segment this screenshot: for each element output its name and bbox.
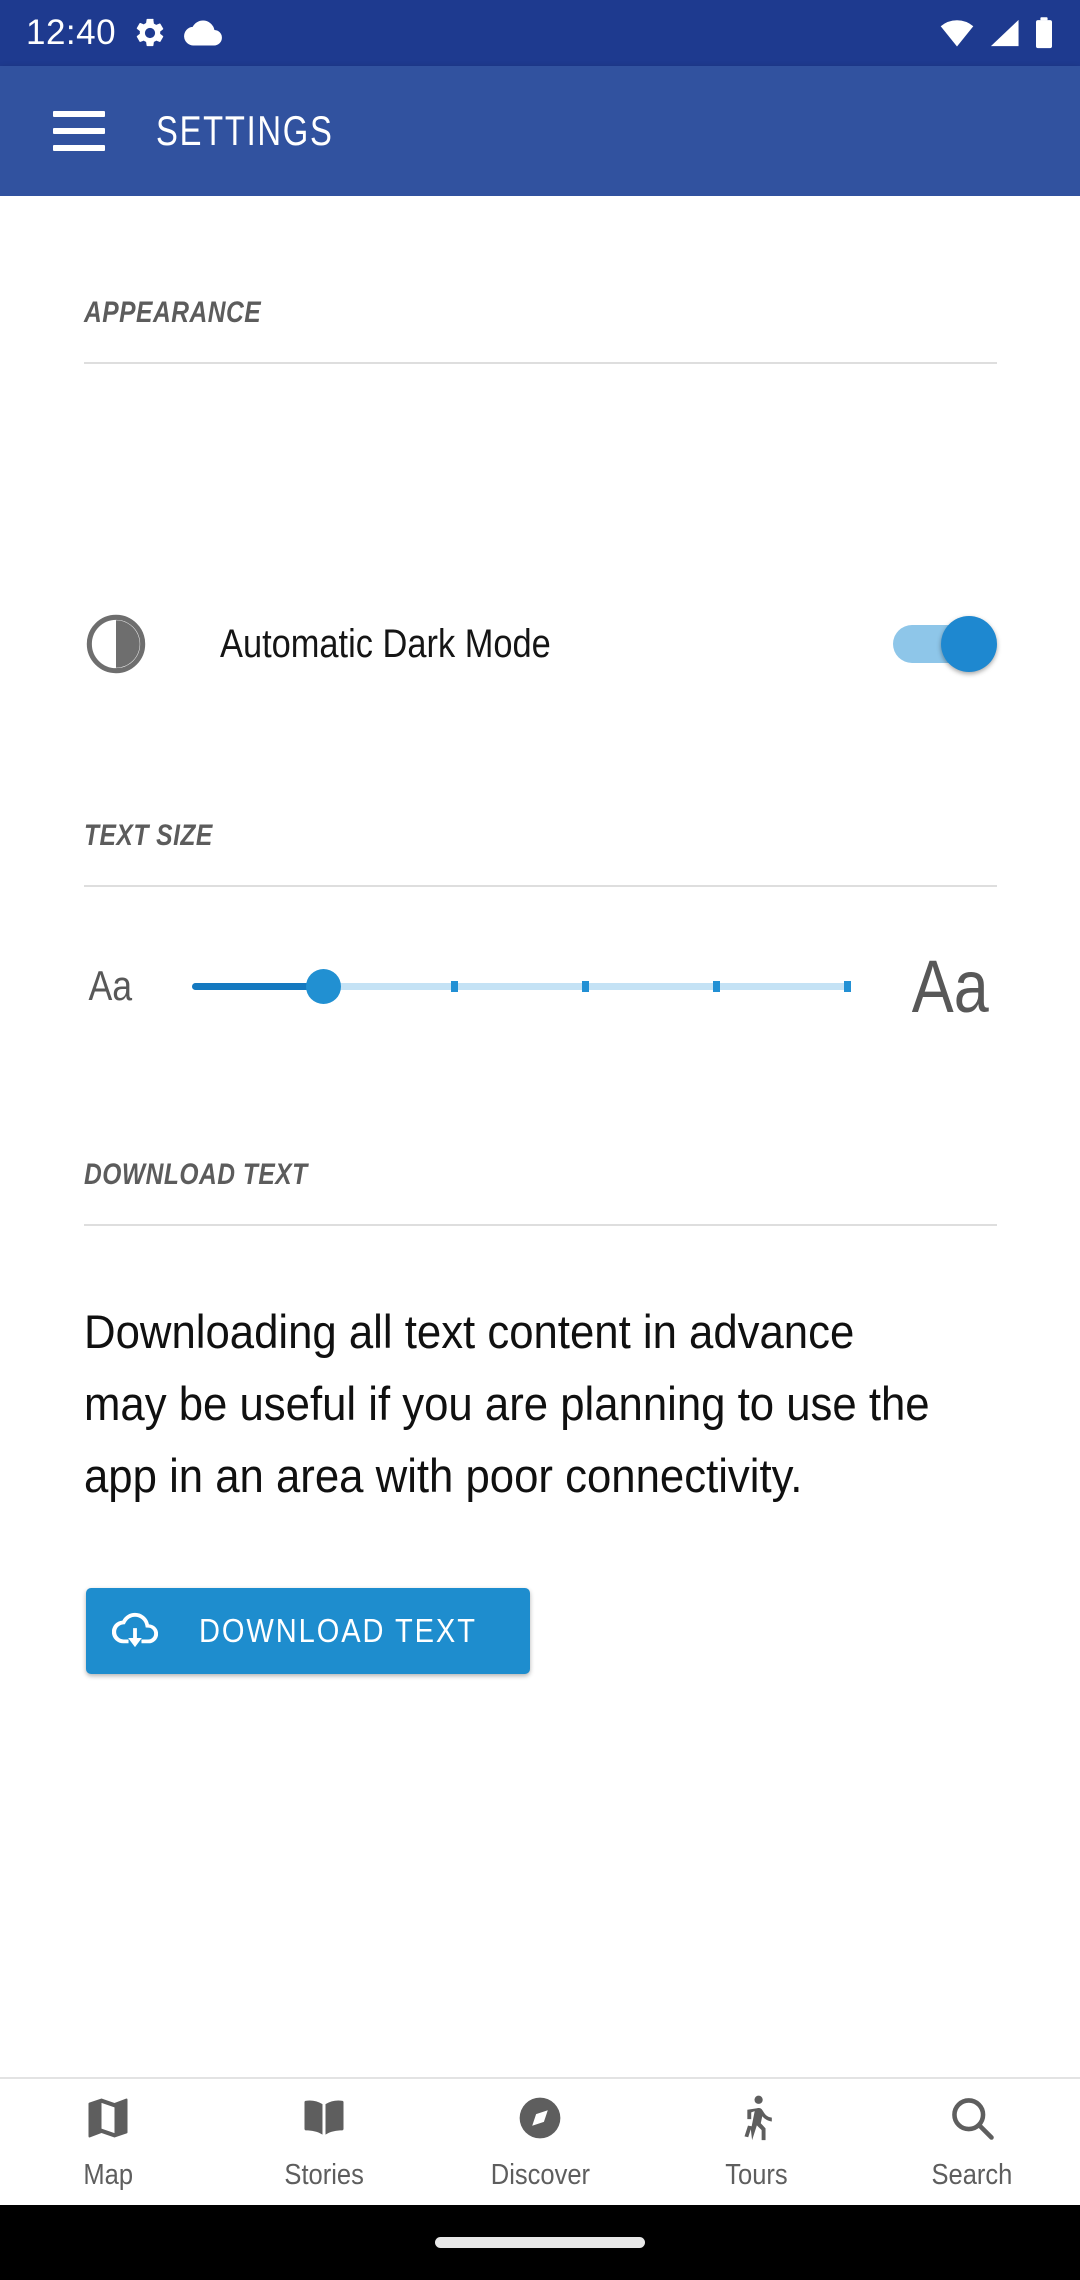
bottom-navigation-bar: Map Stories Discover Tours Search bbox=[0, 2077, 1080, 2205]
hamburger-line bbox=[53, 128, 105, 134]
gear-icon bbox=[133, 16, 167, 50]
slider-thumb[interactable] bbox=[305, 969, 341, 1004]
compass-icon bbox=[514, 2092, 566, 2149]
gesture-navigation-bar bbox=[0, 2205, 1080, 2280]
page-title: SETTINGS bbox=[156, 107, 334, 154]
status-bar: 12:40 bbox=[0, 0, 1080, 66]
nav-label-discover: Discover bbox=[490, 2159, 590, 2191]
slider-tick bbox=[581, 981, 589, 992]
text-size-slider[interactable] bbox=[156, 956, 885, 1016]
status-bar-left: 12:40 bbox=[26, 13, 223, 53]
section-heading-download-text: DOWNLOAD TEXT bbox=[84, 1158, 308, 1191]
slider-tick bbox=[712, 981, 720, 992]
section-appearance: APPEARANCE bbox=[84, 296, 997, 364]
text-size-small-label: Aa bbox=[88, 962, 133, 1009]
hamburger-menu-icon[interactable] bbox=[44, 96, 114, 166]
nav-item-discover[interactable]: Discover bbox=[432, 2079, 648, 2205]
section-download-text: DOWNLOAD TEXT bbox=[84, 1158, 997, 1226]
settings-content: APPEARANCE Automatic Dark Mode TEXT SIZE… bbox=[0, 196, 1080, 2128]
map-icon bbox=[82, 2092, 134, 2149]
nav-label-tours: Tours bbox=[724, 2159, 788, 2191]
status-bar-clock: 12:40 bbox=[26, 13, 117, 52]
search-icon bbox=[946, 2092, 998, 2149]
section-text-size: TEXT SIZE bbox=[84, 819, 997, 887]
text-size-large-label: Aa bbox=[911, 944, 989, 1028]
nav-label-search: Search bbox=[931, 2159, 1013, 2191]
gesture-pill[interactable] bbox=[435, 2237, 645, 2248]
nav-label-stories: Stories bbox=[284, 2159, 364, 2191]
section-divider bbox=[84, 885, 997, 887]
slider-tick bbox=[450, 981, 458, 992]
cloud-icon bbox=[184, 19, 223, 47]
section-heading-text-size: TEXT SIZE bbox=[84, 819, 213, 852]
nav-item-tours[interactable]: Tours bbox=[648, 2079, 864, 2205]
app-bar: SETTINGS bbox=[0, 66, 1080, 196]
nav-item-search[interactable]: Search bbox=[864, 2079, 1080, 2205]
section-heading-appearance: APPEARANCE bbox=[84, 296, 262, 329]
cellular-signal-icon bbox=[988, 18, 1020, 48]
cloud-download-icon bbox=[111, 1611, 159, 1652]
slider-tick bbox=[843, 981, 851, 992]
download-text-button-label: DOWNLOAD TEXT bbox=[198, 1612, 477, 1649]
walking-person-icon bbox=[730, 2092, 782, 2149]
toggle-thumb bbox=[941, 616, 997, 672]
section-divider bbox=[84, 362, 997, 364]
status-bar-right bbox=[940, 17, 1054, 49]
book-icon bbox=[298, 2092, 350, 2149]
download-text-description: Downloading all text content in advance … bbox=[84, 1305, 930, 1502]
section-divider bbox=[84, 1224, 997, 1226]
hamburger-line bbox=[53, 111, 105, 117]
download-text-button[interactable]: DOWNLOAD TEXT bbox=[86, 1588, 530, 1674]
toggle-automatic-dark-mode[interactable] bbox=[893, 616, 997, 672]
slider-track-active bbox=[192, 983, 323, 990]
phone-screen: 12:40 SETTINGS APPEARANCE Automatic Dark… bbox=[0, 0, 1080, 2280]
nav-label-map: Map bbox=[83, 2159, 133, 2191]
contrast-icon bbox=[84, 612, 148, 676]
wifi-icon bbox=[940, 18, 974, 48]
text-size-slider-row: Aa Aa bbox=[84, 931, 997, 1041]
setting-row-automatic-dark-mode[interactable]: Automatic Dark Mode bbox=[84, 596, 997, 692]
setting-label-automatic-dark-mode: Automatic Dark Mode bbox=[220, 621, 551, 666]
nav-item-map[interactable]: Map bbox=[0, 2079, 216, 2205]
battery-icon bbox=[1034, 17, 1054, 49]
hamburger-line bbox=[53, 145, 105, 151]
nav-item-stories[interactable]: Stories bbox=[216, 2079, 432, 2205]
